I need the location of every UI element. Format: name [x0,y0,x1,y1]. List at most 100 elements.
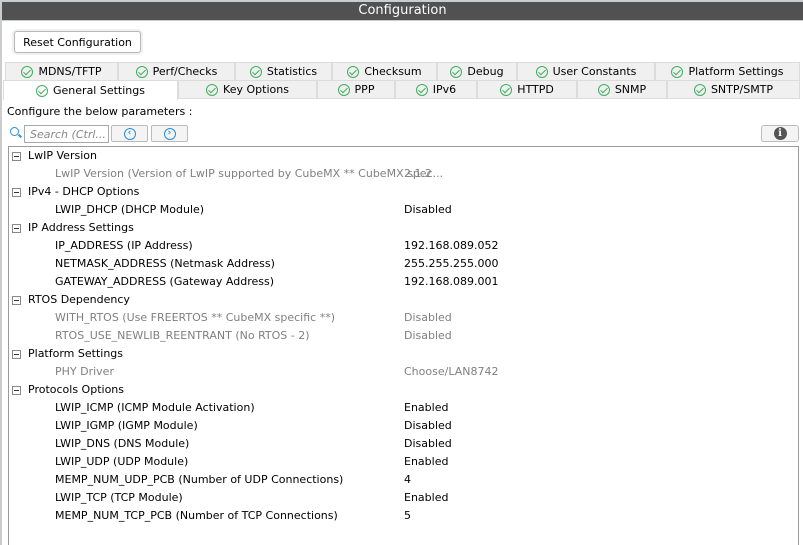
tab-label: Debug [467,65,504,78]
parameter-value[interactable]: Disabled [404,435,452,453]
tab-checksum[interactable]: Checksum [332,62,437,81]
tab-sntp-smtp[interactable]: SNTP/SMTP [667,80,800,99]
tab-snmp[interactable]: SNMP [577,80,667,99]
tab-label: PPP [354,83,375,96]
tab-statistics[interactable]: Statistics [235,62,332,81]
tab-ipv6[interactable]: IPv6 [395,80,477,99]
tab-platform-settings[interactable]: Platform Settings [655,62,800,81]
tab-row-1: MDNS/TFTP Perf/Checks Statistics Checksum De… [3,62,800,81]
tree-item[interactable]: GATEWAY_ADDRESS (Gateway Address) 192.168… [9,273,798,291]
parameter-value[interactable]: Disabled [404,309,452,327]
collapse-icon[interactable] [12,350,21,359]
title-bar: Configuration [0,0,803,21]
tab-row-2: General Settings Key Options PPP IPv6 HTTPD S… [3,80,800,100]
tab-label: Key Options [223,83,289,96]
tab-label: Perf/Checks [152,65,218,78]
check-circle-icon [206,83,219,96]
tree-item[interactable]: NETMASK_ADDRESS (Netmask Address) 255.255… [9,255,798,273]
parameter-label: MEMP_NUM_UDP_PCB (Number of UDP Connecti… [55,473,344,486]
tab-ppp[interactable]: PPP [317,80,395,99]
tree-item[interactable]: RTOS_USE_NEWLIB_REENTRANT (No RTOS - 2) D… [9,327,798,345]
parameter-label: LwIP Version (Version of LwIP supported … [55,167,444,180]
parameter-value[interactable]: Enabled [404,453,448,471]
next-button[interactable]: › [151,125,188,142]
check-circle-icon [249,65,262,78]
tree-group[interactable]: IPv4 - DHCP Options [9,183,798,201]
tree-item[interactable]: LWIP_TCP (TCP Module) Enabled [9,489,798,507]
check-circle-icon [337,83,350,96]
check-circle-icon [500,83,513,96]
group-label: RTOS Dependency [28,293,130,306]
tab-label: General Settings [53,84,145,97]
info-button[interactable]: i [761,125,799,142]
tab-debug[interactable]: Debug [437,62,517,81]
parameter-value[interactable]: 192.168.089.052 [404,237,498,255]
parameter-value[interactable]: Disabled [404,417,452,435]
check-circle-icon [135,65,148,78]
parameter-value[interactable]: Disabled [404,327,452,345]
parameter-value[interactable]: 5 [404,507,411,525]
tree-group[interactable]: LwIP Version [9,147,798,165]
tree-item[interactable]: PHY Driver Choose/LAN8742 [9,363,798,381]
parameter-value[interactable]: Choose/LAN8742 [404,363,498,381]
check-circle-icon [347,65,360,78]
tree-item[interactable]: LwIP Version (Version of LwIP supported … [9,165,798,183]
parameter-label: RTOS_USE_NEWLIB_REENTRANT (No RTOS - 2) [55,329,310,342]
parameter-value[interactable]: 255.255.255.000 [404,255,498,273]
tab-label: Platform Settings [688,65,784,78]
tree-group[interactable]: IP Address Settings [9,219,798,237]
tab-httpd[interactable]: HTTPD [477,80,577,99]
collapse-icon[interactable] [12,386,21,395]
group-label: Platform Settings [28,347,124,360]
previous-button[interactable]: ‹ [111,125,148,142]
tab-label: MDNS/TFTP [38,65,102,78]
parameter-value[interactable]: 2.1.2 [404,165,432,183]
tree-group[interactable]: RTOS Dependency [9,291,798,309]
check-circle-icon [693,83,706,96]
group-label: IP Address Settings [28,221,134,234]
check-circle-icon [36,84,49,97]
check-circle-icon [21,65,34,78]
parameter-value[interactable]: 4 [404,471,411,489]
check-circle-icon [671,65,684,78]
collapse-icon[interactable] [12,152,21,161]
tab-user-constants[interactable]: User Constants [517,62,655,81]
tree-item[interactable]: MEMP_NUM_TCP_PCB (Number of TCP Connecti… [9,507,798,525]
tree-item[interactable]: WITH_RTOS (Use FREERTOS ** CubeMX specif… [9,309,798,327]
check-circle-icon [597,83,610,96]
tab-label: Checksum [364,65,422,78]
search-input[interactable] [24,125,109,143]
tree-item[interactable]: IP_ADDRESS (IP Address) 192.168.089.052 [9,237,798,255]
tree-item[interactable]: LWIP_UDP (UDP Module) Enabled [9,453,798,471]
collapse-icon[interactable] [12,224,21,233]
group-label: IPv4 - DHCP Options [28,185,140,198]
tree-group[interactable]: Protocols Options [9,381,798,399]
tab-key-options[interactable]: Key Options [178,80,317,99]
tab-general-settings[interactable]: General Settings [3,80,178,100]
tab-perf-checks[interactable]: Perf/Checks [118,62,235,81]
tree-item[interactable]: LWIP_IGMP (IGMP Module) Disabled [9,417,798,435]
parameter-label: LWIP_UDP (UDP Module) [55,455,189,468]
collapse-icon[interactable] [12,296,21,305]
window-edge [0,21,2,545]
check-circle-icon [415,83,428,96]
tab-mdns-tftp[interactable]: MDNS/TFTP [5,62,118,81]
tree-item[interactable]: LWIP_ICMP (ICMP Module Activation) Enable… [9,399,798,417]
parameter-value[interactable]: 192.168.089.001 [404,273,498,291]
parameter-value[interactable]: Disabled [404,201,452,219]
reset-configuration-button[interactable]: Reset Configuration [14,31,141,53]
parameter-value[interactable]: Enabled [404,489,448,507]
parameter-label: WITH_RTOS (Use FREERTOS ** CubeMX specif… [55,311,335,324]
collapse-icon[interactable] [12,188,21,197]
tree-group[interactable]: Platform Settings [9,345,798,363]
tree-item[interactable]: LWIP_DHCP (DHCP Module) Disabled [9,201,798,219]
parameter-value[interactable]: Enabled [404,399,448,417]
tab-label: HTTPD [517,83,554,96]
tree-item[interactable]: LWIP_DNS (DNS Module) Disabled [9,435,798,453]
parameter-label: LWIP_IGMP (IGMP Module) [55,419,198,432]
tab-label: SNMP [614,83,647,96]
chevron-left-icon: ‹ [123,127,136,140]
group-label: LwIP Version [28,149,97,162]
tree-item[interactable]: MEMP_NUM_UDP_PCB (Number of UDP Connecti… [9,471,798,489]
parameter-label: NETMASK_ADDRESS (Netmask Address) [55,257,275,270]
